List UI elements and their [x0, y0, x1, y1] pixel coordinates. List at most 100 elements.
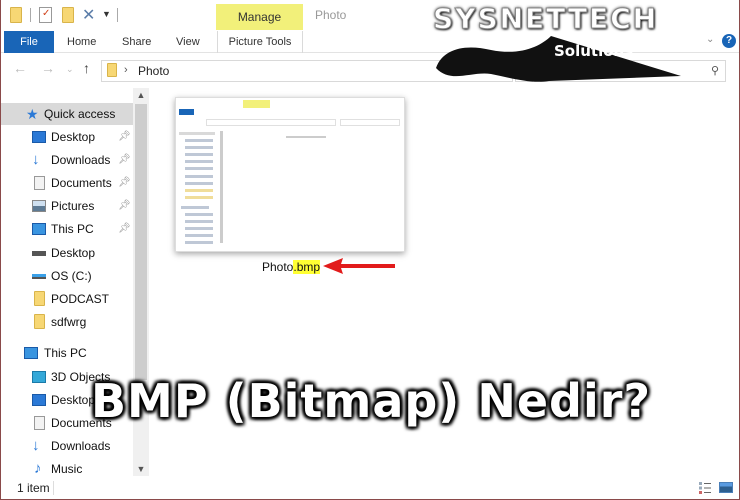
nav-this-pc-pinned[interactable]: This PC 📌︎	[1, 218, 133, 240]
pin-icon[interactable]: 📌︎	[118, 218, 131, 240]
tab-file[interactable]: File	[4, 31, 54, 53]
file-thumbnail[interactable]	[175, 97, 405, 252]
delete-icon[interactable]: ✕	[82, 5, 95, 25]
tab-share[interactable]: Share	[122, 31, 151, 53]
pin-icon[interactable]: 📌︎	[118, 126, 131, 148]
nav-label: Music	[51, 462, 83, 476]
nav-this-pc[interactable]: This PC	[1, 342, 133, 364]
nav-desktop[interactable]: Desktop 📌︎	[1, 126, 133, 148]
customize-toolbar-icon[interactable]: ▼	[102, 9, 111, 19]
large-icons-view-icon[interactable]	[719, 482, 733, 493]
thumbnail-line	[185, 220, 213, 223]
pictures-icon	[32, 200, 46, 212]
status-bar: 1 item	[1, 476, 739, 499]
red-arrow-icon	[323, 258, 395, 274]
thumbnail-line	[185, 241, 213, 244]
file-explorer-window: ✓ ✕ ▼ Manage Photo File Home Share View …	[0, 0, 740, 500]
forward-icon[interactable]: →	[41, 60, 55, 76]
thumbnail-line	[185, 234, 213, 237]
nav-os-c[interactable]: OS (C:)	[1, 265, 133, 287]
thumbnail-line	[185, 153, 213, 156]
thumbnail-nav	[179, 131, 221, 245]
breadcrumb-separator: ›	[124, 64, 128, 76]
download-icon: ↓	[32, 151, 40, 168]
nav-label: Quick access	[44, 107, 116, 121]
properties-icon[interactable]: ✓	[39, 7, 52, 23]
thumbnail-search	[340, 119, 400, 126]
documents-icon	[34, 416, 45, 430]
nav-label: This PC	[51, 222, 94, 236]
thumbnail-line	[185, 189, 213, 192]
nav-documents[interactable]: Documents 📌︎	[1, 172, 133, 194]
nav-label: Desktop	[51, 246, 96, 260]
brand-logo-text: SYSNETTECH	[432, 2, 659, 36]
star-icon: ★	[26, 106, 39, 122]
computer-icon	[32, 223, 46, 235]
headline-text: BMP (Bitmap) Nedir?	[91, 374, 652, 428]
thumbnail-line	[185, 213, 213, 216]
thumbnail-line	[185, 196, 213, 199]
thumbnail-line	[185, 182, 213, 185]
thumbnail-line	[185, 167, 213, 170]
up-icon[interactable]: ↑	[83, 60, 90, 76]
recent-locations-icon[interactable]: ⌄	[66, 64, 74, 75]
nav-pc-music[interactable]: ♪ Music	[1, 458, 133, 476]
desktop-icon	[32, 394, 46, 406]
new-folder-icon[interactable]	[62, 7, 74, 23]
nav-sdfwrg[interactable]: sdfwrg	[1, 311, 133, 333]
file-name-label[interactable]: Photo.bmp	[262, 260, 321, 274]
expand-ribbon-icon[interactable]: ⌄	[706, 34, 714, 45]
documents-icon	[34, 176, 45, 190]
scrollbar-thumb[interactable]	[135, 104, 147, 380]
nav-podcast[interactable]: PODCAST	[1, 288, 133, 310]
music-icon: ♪	[34, 460, 42, 476]
thumbnail-line	[185, 227, 213, 230]
pin-icon[interactable]: 📌︎	[118, 195, 131, 217]
nav-label: Downloads	[51, 439, 111, 453]
breadcrumb-photo[interactable]: Photo	[138, 64, 169, 78]
folder-icon	[107, 63, 117, 77]
folder-icon[interactable]	[10, 7, 22, 23]
separator	[53, 481, 54, 495]
nav-pictures[interactable]: Pictures 📌︎	[1, 195, 133, 217]
nav-label: Desktop	[51, 130, 96, 144]
nav-label: This PC	[44, 346, 87, 360]
help-icon[interactable]: ?	[722, 34, 736, 48]
thumbnail-line	[185, 175, 213, 178]
folder-icon	[34, 314, 45, 329]
nav-quick-access[interactable]: ★ Quick access	[1, 103, 133, 125]
thumbnail-line	[185, 139, 213, 142]
nav-label: sdfwrg	[51, 315, 87, 329]
thumbnail-line	[185, 160, 213, 163]
thumbnail-empty-caption	[286, 136, 326, 138]
search-icon: ⚲	[710, 65, 719, 77]
nav-label: Downloads	[51, 153, 111, 167]
pin-icon[interactable]: 📌︎	[118, 149, 131, 171]
scroll-up-icon[interactable]: ▲	[133, 88, 149, 102]
thumbnail-address	[206, 119, 336, 126]
download-icon: ↓	[32, 437, 40, 454]
window-title: Photo	[315, 8, 347, 22]
desktop-icon	[32, 131, 46, 143]
nav-pc-downloads[interactable]: ↓ Downloads	[1, 435, 133, 457]
nav-label: OS (C:)	[51, 269, 92, 283]
tab-manage[interactable]: Manage	[216, 4, 303, 30]
nav-downloads[interactable]: ↓ Downloads 📌︎	[1, 149, 133, 171]
details-view-icon[interactable]	[699, 482, 711, 494]
nav-desktop-drive[interactable]: Desktop	[1, 242, 133, 264]
nav-label: Documents	[51, 176, 112, 190]
file-extension: .bmp	[293, 260, 321, 274]
brand-subtitle: Solutions	[554, 42, 634, 60]
thumbnail-line	[179, 132, 215, 135]
item-count: 1 item	[17, 481, 50, 495]
tab-home[interactable]: Home	[67, 31, 96, 53]
drive-icon	[32, 251, 46, 256]
tab-view[interactable]: View	[176, 31, 200, 53]
thumbnail-manage-tab	[243, 100, 270, 108]
back-icon[interactable]: ←	[13, 60, 27, 76]
pin-icon[interactable]: 📌︎	[118, 172, 131, 194]
tab-picture-tools[interactable]: Picture Tools	[217, 31, 303, 53]
thumbnail-file-tab	[179, 109, 194, 115]
thumbnail-line	[181, 206, 209, 209]
scroll-down-icon[interactable]: ▼	[133, 462, 149, 476]
